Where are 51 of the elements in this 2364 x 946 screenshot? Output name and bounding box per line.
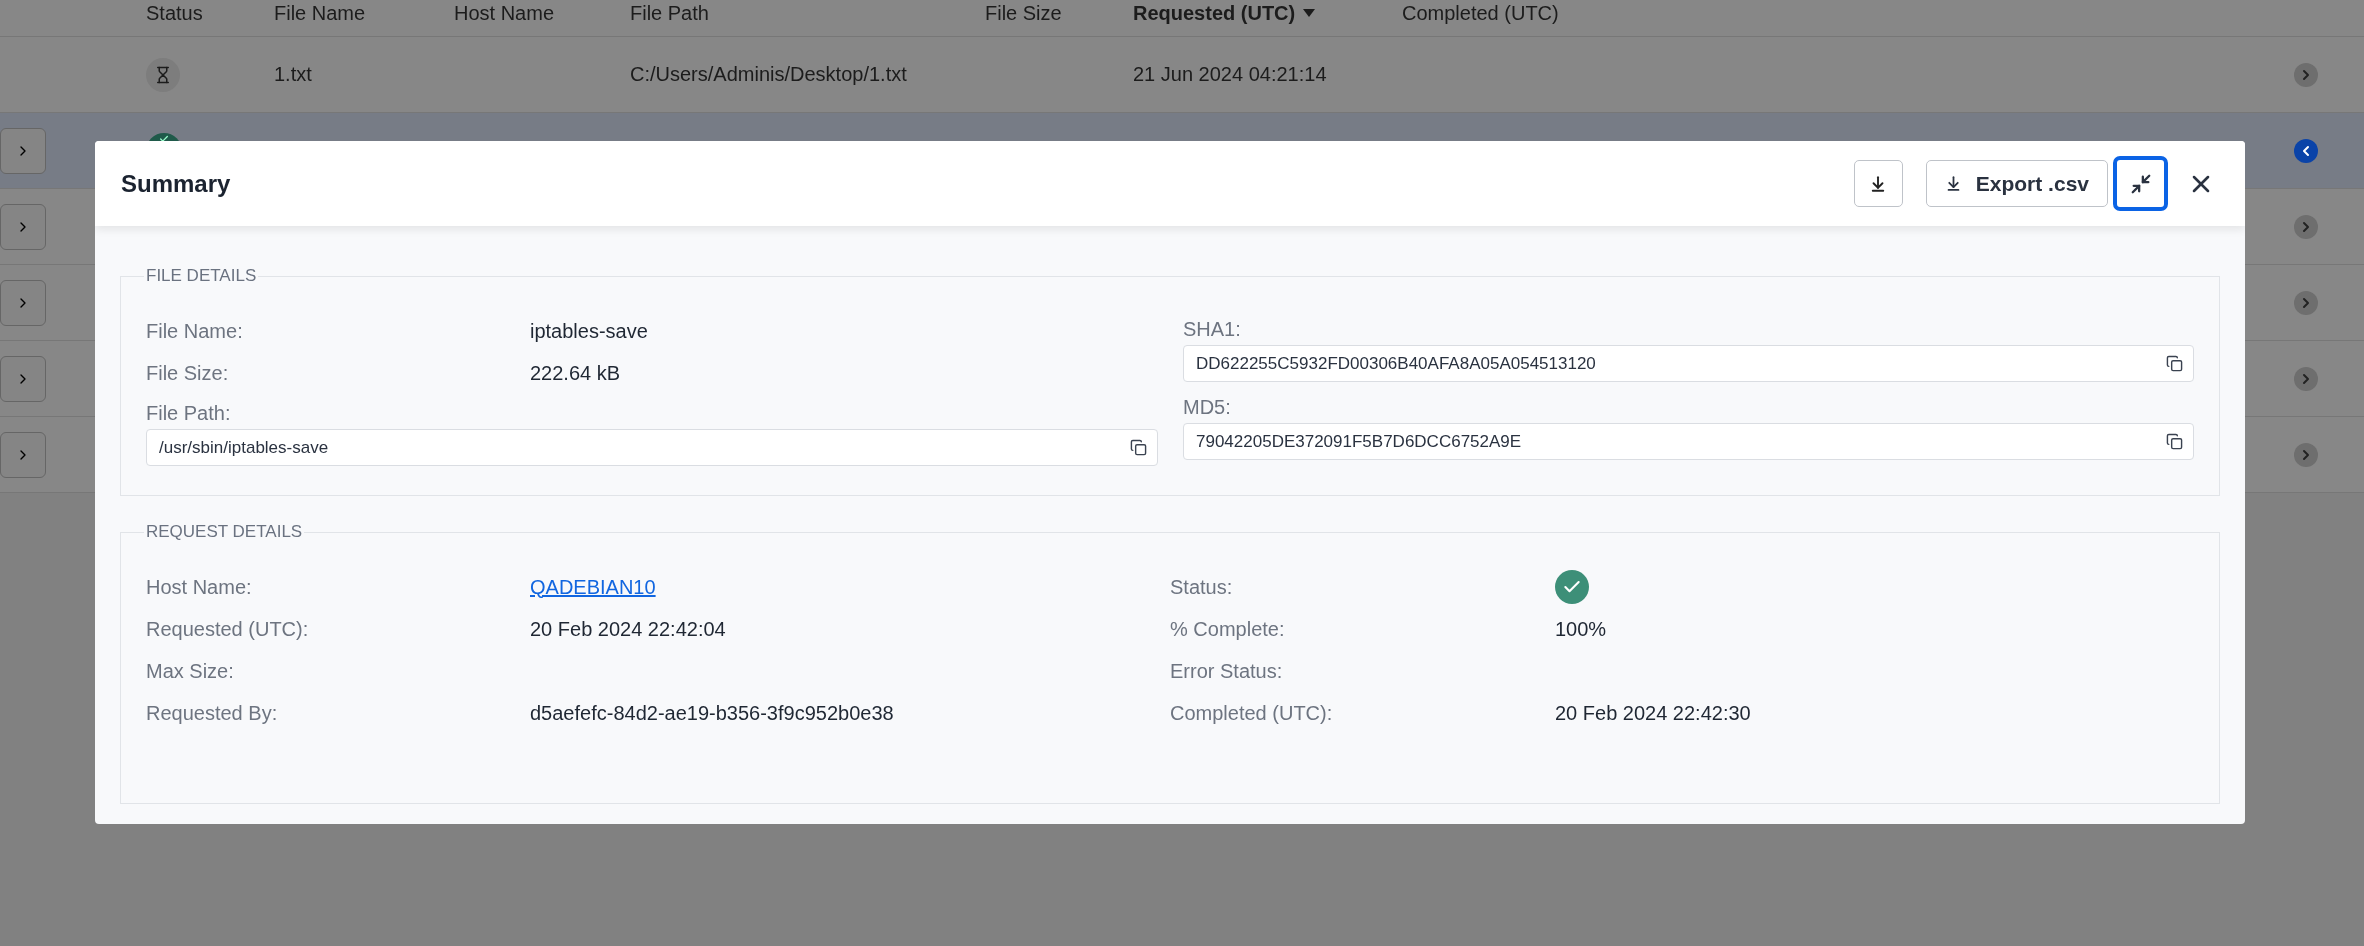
column-header[interactable]: Status — [146, 1, 203, 25]
readonly-field[interactable]: DD622255C5932FD00306B40AFA8A05A054513120 — [1183, 345, 2194, 382]
chevron-left-icon[interactable] — [2294, 138, 2318, 163]
detail-label: Error Status: — [1170, 659, 1284, 683]
readonly-field[interactable]: 79042205DE372091F5B7D6DCC6752A9E — [1183, 423, 2194, 460]
detail-label: File Size: — [146, 361, 230, 385]
column-header[interactable]: Completed (UTC) — [1402, 1, 1559, 25]
sort-caret-icon — [1303, 9, 1316, 17]
detail-value: 100% — [1555, 617, 1607, 640]
chevron-right-icon[interactable] — [2294, 214, 2318, 239]
copy-icon[interactable] — [2166, 433, 2183, 450]
chevron-right-icon[interactable] — [2294, 62, 2318, 87]
table-cell: 1.txt — [274, 63, 312, 85]
table-cell: C:/Users/Adminis/Desktop/1.txt — [630, 63, 907, 85]
host-link[interactable]: QADEBIAN10 — [530, 575, 656, 598]
detail-label: File Name: — [146, 319, 244, 343]
column-header[interactable]: Requested (UTC) — [1133, 1, 1296, 25]
detail-label: Requested By: — [146, 701, 279, 725]
table-cell: 21 Jun 2024 04:21:14 — [1133, 63, 1327, 85]
field-label: SHA1: — [1183, 318, 1242, 341]
detail-value: d5aefefc-84d2-ae19-b356-3f9c952b0e38 — [530, 701, 894, 724]
download-button[interactable] — [1853, 160, 1903, 207]
detail-label: Status: — [1170, 575, 1234, 599]
field-label: MD5: — [1183, 396, 1232, 419]
readonly-field[interactable]: /usr/sbin/iptables-save — [146, 429, 1158, 466]
detail-value: 20 Feb 2024 22:42:04 — [530, 617, 726, 640]
table-row[interactable]: 1.txt C:/Users/Adminis/Desktop/1.txt 21 Jun 2024 04:21:14 — [0, 37, 2364, 113]
detail-value: 20 Feb 2024 22:42:30 — [1555, 701, 1751, 724]
export-button[interactable]: Export .csv — [1925, 160, 2108, 207]
collapse-button[interactable] — [2113, 156, 2168, 211]
dialog-title: Summary — [121, 169, 232, 198]
chevron-right-icon[interactable] — [2294, 442, 2318, 467]
detail-label: Requested (UTC): — [146, 617, 310, 641]
column-header[interactable]: File Size — [985, 1, 1062, 25]
detail-value: iptables-save — [530, 319, 648, 342]
column-header[interactable]: Host Name — [454, 1, 555, 25]
column-header[interactable]: File Path — [630, 1, 709, 25]
detail-label: Completed (UTC): — [1170, 701, 1334, 725]
field-label: File Path: — [146, 402, 232, 425]
column-header[interactable]: File Name — [274, 1, 366, 25]
detail-value: 222.64 kB — [530, 361, 621, 384]
chevron-right-icon[interactable] — [2294, 290, 2318, 315]
detail-label: Max Size: — [146, 659, 235, 683]
section-title: REQUEST DETAILS — [145, 522, 304, 542]
detail-label: Host Name: — [146, 575, 253, 599]
copy-icon[interactable] — [1130, 439, 1147, 456]
section-title: FILE DETAILS — [145, 266, 258, 286]
copy-icon[interactable] — [2166, 355, 2183, 372]
collapse-arrows-icon — [2129, 172, 2152, 195]
detail-label: % Complete: — [1170, 617, 1286, 641]
chevron-right-icon[interactable] — [2294, 366, 2318, 391]
